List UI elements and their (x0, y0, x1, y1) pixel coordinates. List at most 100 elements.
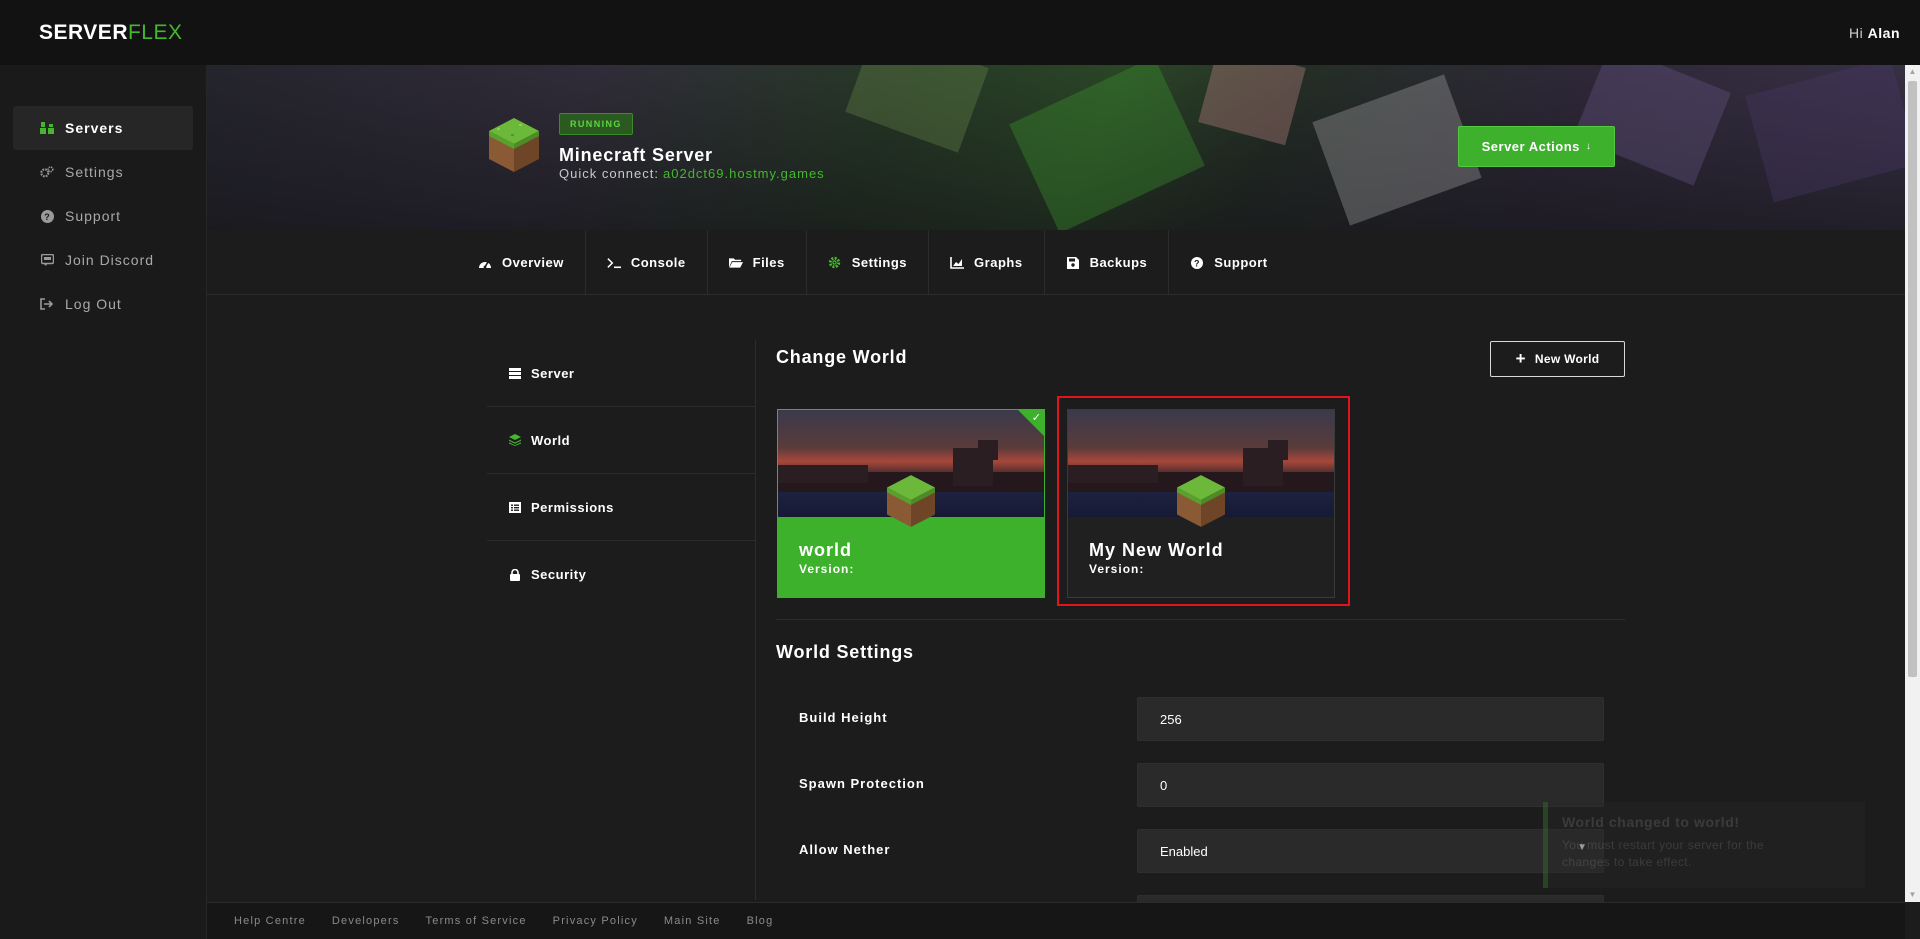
new-world-label: New World (1534, 352, 1600, 366)
build-height-label: Build Height (799, 710, 888, 725)
sidebar-item-support[interactable]: ? Support (13, 194, 193, 238)
settings-menu-label: Permissions (531, 499, 614, 515)
logo-server-text: SERVER (39, 20, 128, 44)
page-scrollbar[interactable]: ▲ ▼ (1905, 65, 1920, 902)
toast-notification[interactable]: World changed to world! You must restart… (1543, 802, 1865, 888)
settings-menu-server[interactable]: Server (487, 340, 755, 407)
servers-icon (40, 121, 54, 135)
chart-icon (950, 256, 965, 270)
user-greeting[interactable]: Hi Alan (1849, 25, 1900, 41)
toast-title: World changed to world! (1562, 814, 1740, 830)
folder-icon (728, 256, 743, 270)
scroll-down-icon[interactable]: ▼ (1905, 888, 1920, 902)
tab-support[interactable]: ? Support (1169, 230, 1288, 295)
tab-files[interactable]: Files (708, 230, 807, 295)
spawn-protection-label: Spawn Protection (799, 776, 925, 791)
grass-block-icon (887, 475, 935, 527)
spawn-protection-input[interactable]: 0 (1137, 763, 1604, 807)
tab-console[interactable]: Console (586, 230, 708, 295)
svg-text:?: ? (1194, 258, 1200, 268)
allow-nether-select[interactable]: Enabled ▼ (1137, 829, 1604, 873)
server-banner (207, 65, 1905, 230)
sidebar-item-label: Log Out (65, 296, 122, 312)
settings-menu-world[interactable]: World (487, 407, 755, 474)
svg-text:?: ? (44, 212, 51, 222)
change-world-title: Change World (776, 347, 908, 367)
tab-label: Backups (1089, 255, 1148, 270)
section-divider (776, 619, 1625, 620)
form-row-build-height: Build Height 256 (776, 697, 1625, 741)
tab-graphs[interactable]: Graphs (929, 230, 1045, 295)
settings-menu-label: Server (531, 365, 575, 381)
tab-backups[interactable]: Backups (1045, 230, 1170, 295)
banner-bg-block (1312, 74, 1482, 226)
greeting-prefix: Hi (1849, 24, 1864, 41)
sidebar-item-discord[interactable]: Join Discord (13, 238, 193, 282)
tab-overview[interactable]: Overview (478, 230, 586, 295)
top-bar: SERVER FLEX Hi Alan (0, 0, 1920, 65)
serverflex-logo[interactable]: SERVER FLEX (39, 21, 183, 45)
logout-icon (40, 297, 54, 311)
server-actions-label: Server Actions (1481, 139, 1580, 154)
tab-settings[interactable]: Settings (807, 230, 930, 295)
form-row-partial (776, 895, 1625, 902)
scroll-up-icon[interactable]: ▲ (1905, 65, 1920, 79)
footer-link-main-site[interactable]: Main Site (664, 915, 721, 927)
lock-icon (509, 568, 521, 581)
plus-icon: + (1515, 349, 1526, 368)
footer-link-developers[interactable]: Developers (332, 915, 400, 927)
settings-menu: Server World Permissions Security (487, 340, 755, 608)
sidebar-item-label: Support (65, 208, 122, 224)
sidebar-item-label: Join Discord (65, 252, 155, 268)
tab-label: Overview (502, 255, 564, 270)
footer-link-help-centre[interactable]: Help Centre (234, 915, 306, 927)
new-world-button[interactable]: + New World (1490, 341, 1625, 377)
server-name: Minecraft Server (559, 145, 713, 165)
world-card-world[interactable]: world Version: ✓ (777, 409, 1045, 598)
server-address[interactable]: a02dct69.hostmy.games (663, 166, 825, 181)
terminal-icon (607, 256, 621, 270)
sidebar-item-logout[interactable]: Log Out (13, 282, 193, 326)
server-icon (509, 367, 521, 379)
banner-bg-block (1745, 65, 1905, 203)
question-icon: ? (1190, 256, 1204, 270)
dashboard-icon (478, 256, 492, 270)
gears-icon (40, 165, 54, 179)
sidebar-item-settings[interactable]: Settings (13, 150, 193, 194)
footer-link-terms[interactable]: Terms of Service (426, 915, 527, 927)
footer: Help Centre Developers Terms of Service … (207, 902, 1905, 939)
settings-menu-security[interactable]: Security (487, 541, 755, 608)
world-settings-title: World Settings (776, 642, 914, 662)
quick-connect-label: Quick connect: (559, 166, 659, 181)
footer-link-privacy[interactable]: Privacy Policy (553, 915, 638, 927)
sidebar-item-servers[interactable]: Servers (13, 106, 193, 150)
tab-label: Graphs (974, 255, 1023, 270)
form-row-spawn-protection: Spawn Protection 0 (776, 763, 1625, 807)
world-name: world (799, 540, 852, 560)
arrow-down-icon: ↓ (1585, 141, 1592, 152)
settings-menu-permissions[interactable]: Permissions (487, 474, 755, 541)
status-badge: RUNNING (559, 113, 633, 135)
gear-icon (828, 256, 842, 270)
server-tab-bar: Overview Console Files Settings Graphs B… (207, 230, 1905, 295)
build-height-input[interactable]: 256 (1137, 697, 1604, 741)
settings-divider (755, 340, 756, 900)
settings-menu-label: Security (531, 567, 587, 582)
server-actions-button[interactable]: Server Actions ↓ (1458, 126, 1615, 167)
question-icon: ? (40, 209, 54, 223)
tab-label: Settings (851, 255, 908, 270)
discord-icon (40, 253, 54, 267)
list-icon (509, 501, 521, 513)
sidebar-item-label: Settings (65, 164, 124, 180)
grass-block-icon (489, 118, 539, 172)
quick-connect: Quick connect: a02dct69.hostmy.games (559, 166, 825, 181)
banner-bg-block (845, 65, 989, 153)
partial-input[interactable] (1137, 895, 1604, 902)
footer-link-blog[interactable]: Blog (747, 915, 774, 927)
tab-label: Files (752, 255, 785, 270)
sidebar: Servers Settings ? Support Join Discord … (0, 65, 207, 939)
banner-bg-block (1009, 65, 1205, 230)
form-row-allow-nether: Allow Nether Enabled ▼ (776, 829, 1625, 873)
scroll-thumb[interactable] (1908, 81, 1917, 677)
tab-label: Console (630, 255, 686, 270)
